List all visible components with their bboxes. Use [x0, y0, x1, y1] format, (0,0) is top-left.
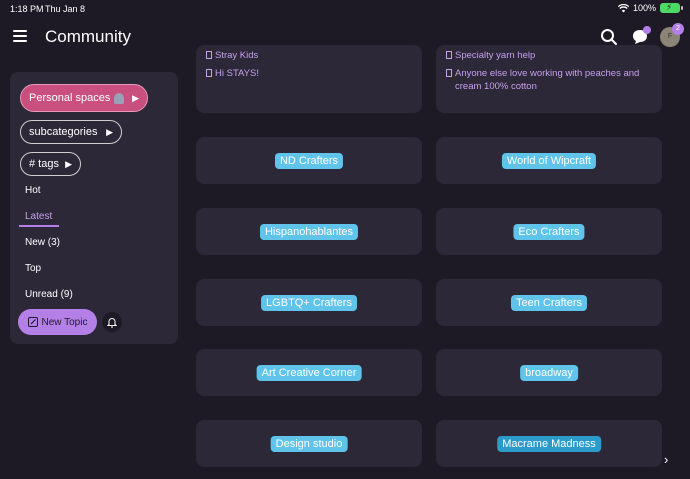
caret-right-icon: ▶: [65, 158, 72, 169]
pencil-icon: [27, 317, 38, 327]
category-label: LGBTQ+ Crafters: [261, 294, 357, 311]
category-label: Macrame Madness: [497, 435, 601, 452]
search-icon[interactable]: [600, 28, 618, 46]
new-topic-button[interactable]: New Topic: [18, 309, 97, 335]
person-icon: [114, 92, 125, 104]
status-right: 100% ⚡: [617, 2, 683, 13]
document-icon: [206, 69, 212, 77]
topic-line[interactable]: Anyone else love working with peaches an…: [446, 67, 639, 80]
tags-button[interactable]: # tags ▶: [20, 152, 81, 176]
category-label: Eco Crafters: [513, 223, 585, 240]
category-label: Design studio: [270, 435, 348, 452]
nav-latest[interactable]: Latest: [25, 211, 52, 222]
category-label: Art Creative Corner: [256, 364, 362, 381]
chevron-right-icon[interactable]: ›: [664, 452, 668, 467]
subcategories-button[interactable]: subcategories ▶: [20, 120, 122, 144]
nav-active-indicator: [19, 225, 59, 227]
topic-line[interactable]: Hi STAYS!: [206, 67, 259, 80]
category-card[interactable]: Teen Crafters: [436, 279, 662, 326]
nav-hot[interactable]: Hot: [25, 185, 41, 196]
status-date: Thu Jan 8: [45, 4, 86, 14]
category-card[interactable]: Eco Crafters: [436, 208, 662, 255]
battery-icon: ⚡: [660, 2, 683, 13]
page-title: Community: [45, 27, 131, 46]
tags-label: # tags: [29, 158, 59, 170]
chat-unread-dot: [643, 26, 651, 34]
subcategories-label: subcategories: [29, 126, 98, 138]
category-card[interactable]: ND Crafters: [196, 137, 422, 184]
caret-right-icon: ▶: [106, 126, 113, 137]
category-label: broadway: [520, 364, 578, 381]
status-bar: 1:18 PM Thu Jan 8 100% ⚡: [0, 0, 690, 18]
topic-line[interactable]: Specialty yarn help: [446, 49, 535, 62]
battery-percent: 100%: [632, 3, 656, 13]
category-card[interactable]: broadway: [436, 349, 662, 396]
nav-new[interactable]: New (3): [25, 237, 60, 248]
topic-card-left[interactable]: Stray Kids Hi STAYS!: [196, 45, 422, 113]
new-topic-label: New Topic: [41, 316, 88, 328]
status-time: 1:18 PM: [10, 4, 44, 14]
document-icon: [206, 51, 212, 59]
wifi-icon: [617, 3, 629, 12]
notification-badge: 2: [672, 23, 684, 35]
category-label: Teen Crafters: [510, 294, 588, 311]
bell-icon: [107, 317, 117, 327]
topic-line[interactable]: Stray Kids: [206, 49, 258, 62]
personal-spaces-label: Personal spaces: [29, 92, 111, 104]
category-card[interactable]: Design studio: [196, 420, 422, 467]
category-label: Hispanohablantes: [259, 223, 359, 240]
category-card[interactable]: World of Wipcraft: [436, 137, 662, 184]
hamburger-icon[interactable]: [13, 30, 27, 42]
category-card[interactable]: LGBTQ+ Crafters: [196, 279, 422, 326]
topic-card-right[interactable]: Specialty yarn help Anyone else love wor…: [436, 45, 662, 113]
sidebar: Personal spaces ▶ subcategories ▶ # tags…: [10, 72, 178, 344]
bell-button[interactable]: [102, 312, 122, 332]
category-card[interactable]: Art Creative Corner: [196, 349, 422, 396]
category-card[interactable]: Hispanohablantes: [196, 208, 422, 255]
personal-spaces-button[interactable]: Personal spaces ▶: [20, 84, 148, 112]
category-label: World of Wipcraft: [501, 152, 597, 169]
nav-unread[interactable]: Unread (9): [25, 289, 73, 300]
document-icon: [446, 51, 452, 59]
nav-top[interactable]: Top: [25, 263, 41, 274]
category-card[interactable]: Macrame Madness: [436, 420, 662, 467]
topic-line-continued[interactable]: cream 100% cotton: [455, 80, 537, 93]
caret-right-icon: ▶: [132, 92, 139, 103]
category-label: ND Crafters: [274, 152, 344, 169]
document-icon: [446, 69, 452, 77]
